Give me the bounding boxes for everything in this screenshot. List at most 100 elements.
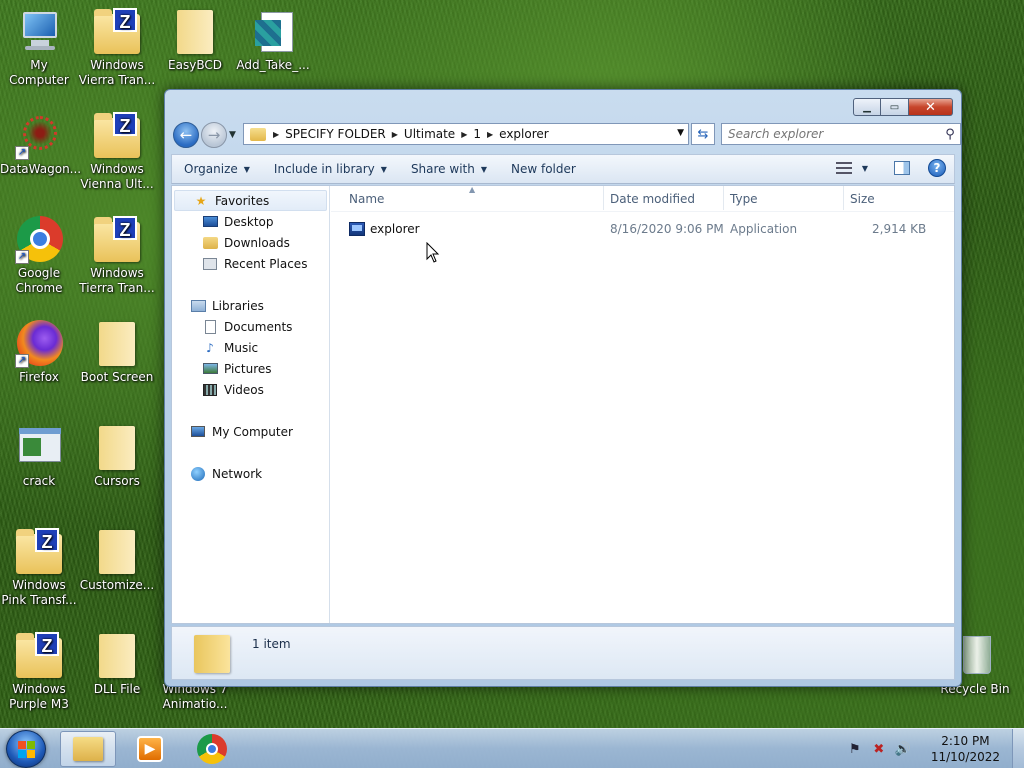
desktop-icon-windows-purple[interactable]: Z Windows Purple M3 bbox=[0, 632, 78, 712]
breadcrumb-item[interactable]: 1 bbox=[470, 127, 484, 141]
column-divider[interactable] bbox=[843, 186, 844, 210]
recent-pages-dropdown[interactable]: ▼ bbox=[229, 130, 236, 140]
taskbar-media-player-button[interactable]: ▶ bbox=[122, 731, 178, 767]
desktop-icon-firefox[interactable]: ↗ Firefox bbox=[0, 320, 78, 385]
column-header-date-modified[interactable]: Date modified bbox=[610, 192, 695, 206]
desktop-icon-dll-file[interactable]: DLL File bbox=[78, 632, 156, 697]
window-controls: ▁ ▭ ✕ bbox=[853, 98, 953, 116]
nav-label: Documents bbox=[224, 319, 293, 334]
nav-videos[interactable]: Videos bbox=[172, 379, 329, 400]
start-button[interactable] bbox=[6, 730, 46, 768]
desktop-icon-google-chrome[interactable]: ↗ Google Chrome bbox=[0, 216, 78, 296]
nav-label: Libraries bbox=[212, 298, 264, 313]
new-folder-label: New folder bbox=[511, 162, 576, 176]
desktop-icon-customize[interactable]: Customize... bbox=[78, 528, 156, 593]
preview-pane-icon[interactable] bbox=[894, 161, 910, 175]
help-icon[interactable]: ? bbox=[928, 159, 946, 177]
breadcrumb-item[interactable]: Ultimate bbox=[401, 127, 458, 141]
desktop-icon-crack[interactable]: crack bbox=[0, 424, 78, 489]
clock[interactable]: 2:10 PM 11/10/2022 bbox=[931, 733, 1000, 765]
item-count: 1 item bbox=[252, 637, 291, 651]
chevron-down-icon: ▼ bbox=[380, 164, 387, 174]
desktop-icon-label: My Computer bbox=[9, 58, 69, 87]
network-disconnected-icon[interactable]: ✖ bbox=[871, 741, 887, 757]
folder-icon bbox=[171, 8, 219, 56]
desktop-icon-windows-vierra[interactable]: Z Windows Vierra Tran... bbox=[78, 8, 156, 88]
application-icon bbox=[349, 222, 365, 236]
desktop-icon-windows-tierra[interactable]: Z Windows Tierra Tran... bbox=[78, 216, 156, 296]
chevron-right-icon[interactable]: ▶ bbox=[458, 130, 470, 139]
volume-icon[interactable]: 🔊 bbox=[895, 741, 911, 757]
nav-music[interactable]: ♪ Music bbox=[172, 337, 329, 358]
show-desktop-button[interactable] bbox=[1012, 729, 1024, 768]
column-divider[interactable] bbox=[723, 186, 724, 210]
desktop-icon-my-computer[interactable]: My Computer bbox=[0, 8, 78, 88]
nav-desktop[interactable]: Desktop bbox=[172, 211, 329, 232]
column-header-size[interactable]: Size bbox=[850, 192, 875, 206]
nav-documents[interactable]: Documents bbox=[172, 316, 329, 337]
nav-recent-places[interactable]: Recent Places bbox=[172, 253, 329, 274]
search-input[interactable] bbox=[722, 125, 940, 143]
search-icon[interactable]: ⚲ bbox=[940, 127, 960, 142]
share-with-button[interactable]: Share with ▼ bbox=[399, 155, 499, 183]
organize-button[interactable]: Organize ▼ bbox=[172, 155, 262, 183]
chevron-right-icon[interactable]: ▶ bbox=[484, 130, 496, 139]
star-icon: ★ bbox=[195, 193, 207, 208]
chevron-down-icon[interactable]: ▼ bbox=[862, 164, 868, 173]
nav-pictures[interactable]: Pictures bbox=[172, 358, 329, 379]
include-in-library-button[interactable]: Include in library ▼ bbox=[262, 155, 399, 183]
desktop-icon-label: Firefox bbox=[19, 370, 59, 384]
minimize-button[interactable]: ▁ bbox=[853, 98, 881, 116]
recent-places-icon bbox=[202, 257, 218, 271]
computer-icon bbox=[15, 8, 63, 56]
chevron-right-icon[interactable]: ▶ bbox=[389, 130, 401, 139]
breadcrumb-item[interactable]: SPECIFY FOLDER bbox=[282, 127, 389, 141]
address-dropdown-button[interactable]: ▼ bbox=[677, 128, 684, 138]
desktop-icon-add-take[interactable]: Add_Take_... bbox=[234, 8, 312, 73]
column-divider[interactable] bbox=[603, 186, 604, 210]
column-header-name[interactable]: Name bbox=[349, 192, 384, 206]
desktop-icon-label: DLL File bbox=[93, 682, 141, 696]
close-button[interactable]: ✕ bbox=[909, 98, 953, 116]
nav-downloads[interactable]: Downloads bbox=[172, 232, 329, 253]
shortcut-arrow-icon: ↗ bbox=[15, 354, 29, 368]
column-header-type[interactable]: Type bbox=[730, 192, 758, 206]
desktop-icon-easybcd[interactable]: EasyBCD bbox=[156, 8, 234, 73]
pictures-icon bbox=[202, 362, 218, 376]
file-size: 2,914 KB bbox=[872, 222, 927, 236]
chevron-right-icon[interactable]: ▶ bbox=[270, 130, 282, 139]
address-bar[interactable]: ▶ SPECIFY FOLDER ▶ Ultimate ▶ 1 ▶ explor… bbox=[243, 123, 689, 145]
action-center-icon[interactable]: ⚑ bbox=[847, 741, 863, 757]
desktop-icon-windows-vienna[interactable]: Z Windows Vienna Ult... bbox=[78, 112, 156, 192]
folder-z-icon: Z bbox=[15, 528, 63, 576]
file-row[interactable]: explorer 8/16/2020 9:06 PM Application 2… bbox=[331, 218, 954, 240]
folder-icon bbox=[93, 632, 141, 680]
new-folder-button[interactable]: New folder bbox=[499, 155, 588, 183]
nav-label: Downloads bbox=[224, 235, 290, 250]
nav-my-computer[interactable]: My Computer bbox=[172, 421, 329, 442]
taskbar-explorer-button[interactable] bbox=[60, 731, 116, 767]
media-player-icon: ▶ bbox=[137, 736, 163, 762]
desktop-icon-boot-screen[interactable]: Boot Screen bbox=[78, 320, 156, 385]
refresh-button[interactable]: ⇆ bbox=[691, 123, 715, 145]
back-button[interactable]: ← bbox=[173, 122, 199, 148]
folder-z-icon: Z bbox=[93, 216, 141, 264]
forward-button[interactable]: → bbox=[201, 122, 227, 148]
desktop-icon-label: Cursors bbox=[94, 474, 140, 488]
clock-date: 11/10/2022 bbox=[930, 750, 1000, 764]
chevron-down-icon: ▼ bbox=[243, 164, 250, 174]
nav-favorites[interactable]: ★ Favorites bbox=[174, 190, 327, 211]
nav-network[interactable]: Network bbox=[172, 463, 329, 484]
maximize-button[interactable]: ▭ bbox=[881, 98, 909, 116]
search-box: ⚲ bbox=[721, 123, 961, 145]
nav-label: Music bbox=[224, 340, 259, 355]
desktop-icon-datawagon[interactable]: ↗ DataWagon... bbox=[0, 112, 81, 177]
details-pane: 1 item bbox=[171, 626, 955, 680]
taskbar-chrome-button[interactable] bbox=[184, 731, 240, 767]
desktop-icon-windows-pink[interactable]: Z Windows Pink Transf... bbox=[0, 528, 78, 608]
nav-label: Favorites bbox=[215, 193, 270, 208]
nav-libraries[interactable]: Libraries bbox=[172, 295, 329, 316]
desktop-icon-cursors[interactable]: Cursors bbox=[78, 424, 156, 489]
breadcrumb-item[interactable]: explorer bbox=[496, 127, 552, 141]
change-view-icon[interactable] bbox=[835, 162, 852, 174]
